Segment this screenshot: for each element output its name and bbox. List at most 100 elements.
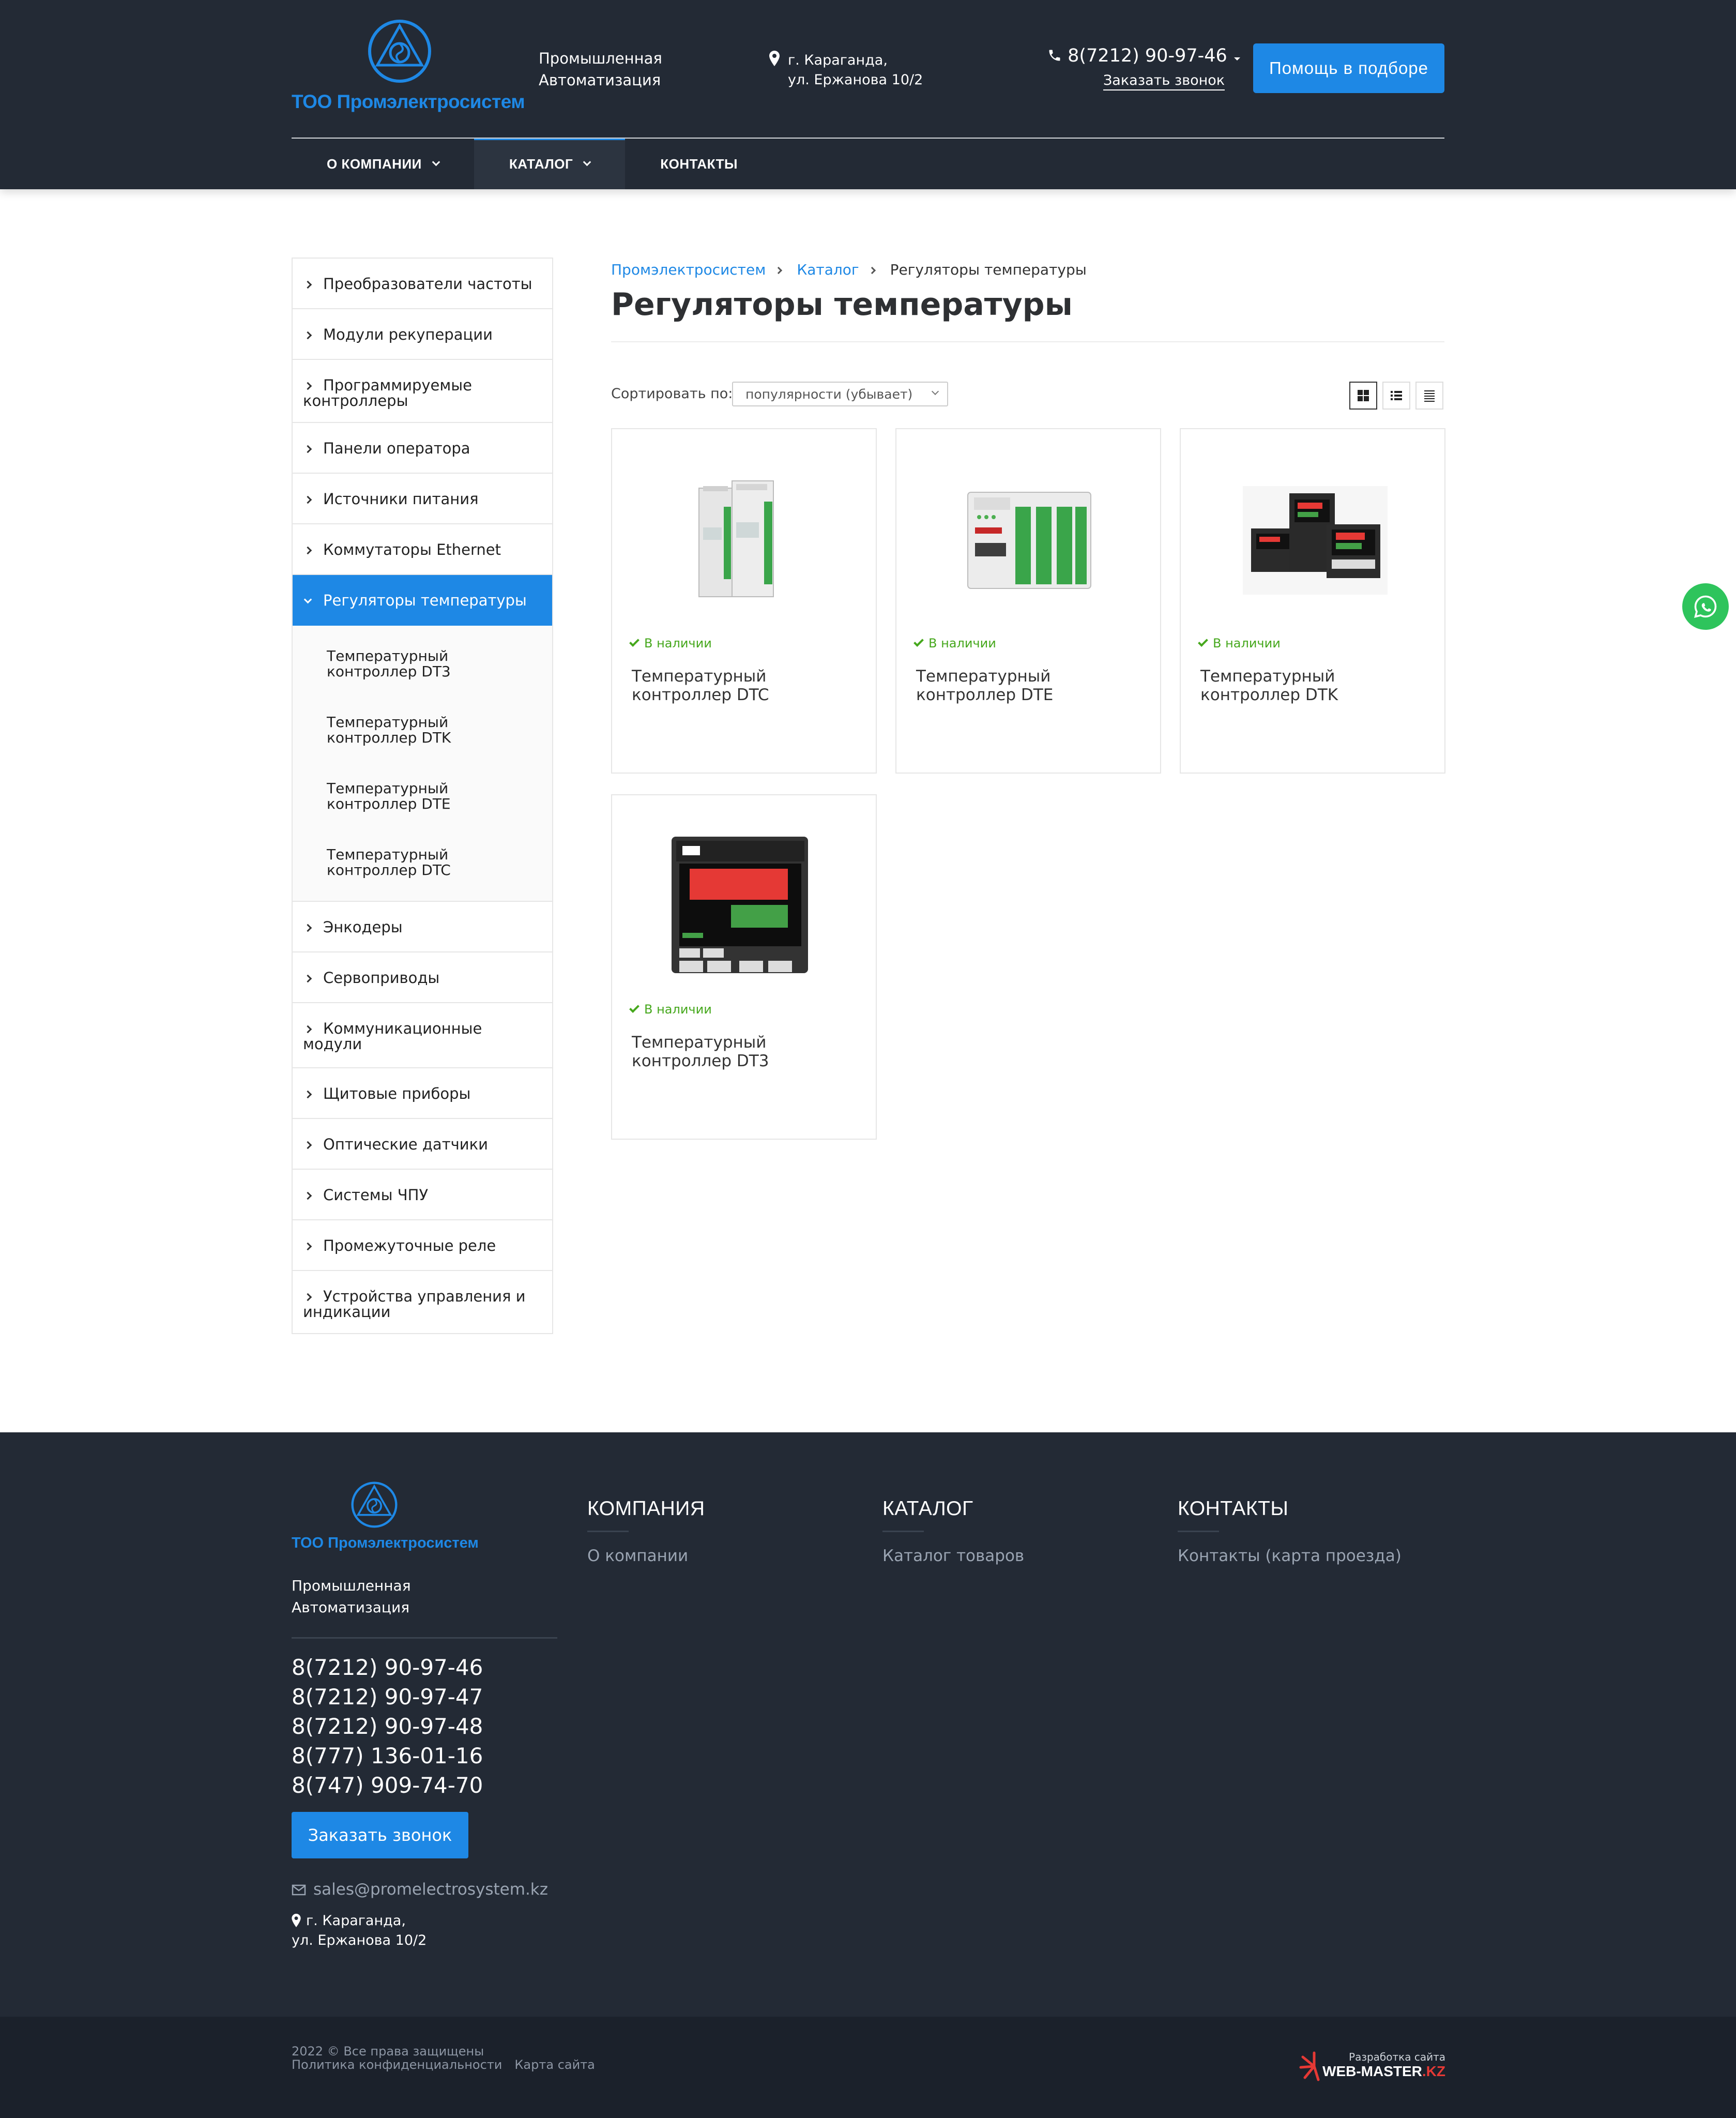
developer-name-text: WEB-MASTER xyxy=(1322,2063,1422,2079)
footer-phone[interactable]: 8(7212) 90-97-47 xyxy=(292,1682,483,1712)
email-text[interactable]: sales@promelectrosystem.kz xyxy=(313,1880,548,1899)
footer-phone[interactable]: 8(747) 909-74-70 xyxy=(292,1771,483,1800)
product-image-dt3[interactable] xyxy=(653,831,836,976)
breadcrumb-home-link[interactable]: Промэлектросистем xyxy=(611,261,766,278)
sidebar-subitem-dtk[interactable]: Температурный контроллер DTK xyxy=(293,697,552,763)
footer-callback-button[interactable]: Заказать звонок xyxy=(292,1812,468,1858)
stock-status: В наличии xyxy=(1198,636,1281,650)
breadcrumb-catalog-link[interactable]: Каталог xyxy=(797,261,859,278)
product-card[interactable]: В наличии Температурный контроллер DTE xyxy=(895,428,1161,774)
sidebar-item-power-supplies[interactable]: Источники питания xyxy=(293,474,552,524)
sidebar-item-label: Промежуточные реле xyxy=(323,1237,496,1254)
footer-column-underline xyxy=(1178,1531,1219,1532)
sort-value: популярности (убывает) xyxy=(745,387,913,402)
sidebar-subitem-dt3[interactable]: Температурный контроллер DT3 xyxy=(293,631,552,697)
nav-label: КОНТАКТЫ xyxy=(660,156,738,172)
chevron-down-icon xyxy=(931,387,939,396)
whatsapp-button[interactable] xyxy=(1682,583,1729,630)
slogan-line-2: Автоматизация xyxy=(292,1599,410,1616)
lines-icon xyxy=(1424,390,1435,402)
sidebar-item-communication-modules[interactable]: Коммуникационные модули xyxy=(293,1003,552,1068)
footer-bottom-bar xyxy=(0,2017,1736,2118)
sidebar-item-servo-drives[interactable]: Сервоприводы xyxy=(293,952,552,1003)
chevron-right-icon xyxy=(303,382,312,390)
chevron-down-icon xyxy=(583,158,591,166)
product-image-dtk[interactable] xyxy=(1222,465,1405,610)
nav-label: КАТАЛОГ xyxy=(509,156,573,172)
title-divider xyxy=(611,341,1444,342)
brand-name[interactable]: ТОО Промэлектросистем xyxy=(292,91,525,113)
footer-phone[interactable]: 8(777) 136-01-16 xyxy=(292,1741,483,1771)
phone-number[interactable]: 8(7212) 90-97-46 xyxy=(1068,46,1227,66)
sort-label: Сортировать по: xyxy=(611,386,733,402)
footer-email[interactable]: sales@promelectrosystem.kz xyxy=(292,1880,548,1899)
help-select-button[interactable]: Помощь в подборе xyxy=(1253,43,1444,93)
sort-select[interactable]: популярности (убывает) xyxy=(732,382,948,406)
product-title[interactable]: Температурный контроллер DTK xyxy=(1200,667,1428,704)
list-view-button[interactable] xyxy=(1382,382,1410,410)
chevron-right-icon xyxy=(303,1090,312,1099)
sidebar-item-plc[interactable]: Программируемые контроллеры xyxy=(293,360,552,423)
product-card[interactable]: В наличии Температурный контроллер DTC xyxy=(611,428,877,774)
privacy-policy-link[interactable]: Политика конфиденциальности xyxy=(292,2058,502,2072)
developer-label: Разработка сайта xyxy=(1349,2051,1445,2063)
sidebar-item-panel-meters[interactable]: Щитовые приборы xyxy=(293,1068,552,1119)
footer-link-catalog[interactable]: Каталог товаров xyxy=(882,1547,1024,1565)
table-view-button[interactable] xyxy=(1415,382,1443,410)
footer-brand[interactable]: ТОО Промэлектросистем xyxy=(292,1535,479,1552)
product-title[interactable]: Температурный контроллер DT3 xyxy=(632,1033,859,1070)
developer-credit[interactable]: Разработка сайта WEB-MASTER.KZ xyxy=(1292,2047,1445,2088)
header-slogan: Промышленная Автоматизация xyxy=(539,48,662,91)
caret-down-icon[interactable] xyxy=(1233,56,1241,62)
sidebar-subitem-dtc[interactable]: Температурный контроллер DTC xyxy=(293,829,552,896)
footer-phone[interactable]: 8(7212) 90-97-46 xyxy=(292,1653,483,1682)
sidebar-item-label: Коммутаторы Ethernet xyxy=(323,541,501,558)
callback-link[interactable]: Заказать звонок xyxy=(1103,72,1225,90)
company-logo-icon[interactable] xyxy=(367,19,432,84)
sidebar-item-label: Модули рекуперации xyxy=(323,326,493,343)
grid-view-button[interactable] xyxy=(1349,382,1377,410)
sidebar-item-ethernet-switches[interactable]: Коммутаторы Ethernet xyxy=(293,524,552,575)
slogan-line-1: Промышленная xyxy=(292,1577,411,1594)
footer-link-contacts[interactable]: Контакты (карта проезда) xyxy=(1178,1547,1402,1565)
footer-column-title: КОМПАНИЯ xyxy=(587,1497,705,1520)
product-card[interactable]: В наличии Температурный контроллер DTK xyxy=(1180,428,1445,774)
nav-item-catalog[interactable]: КАТАЛОГ xyxy=(474,139,626,189)
product-title[interactable]: Температурный контроллер DTC xyxy=(632,667,859,704)
sidebar-item-encoders[interactable]: Энкодеры xyxy=(293,902,552,952)
product-image-dte[interactable] xyxy=(938,465,1121,610)
footer-link-about[interactable]: О компании xyxy=(587,1547,688,1565)
sidebar-item-relays[interactable]: Промежуточные реле xyxy=(293,1220,552,1271)
nav-item-company[interactable]: О КОМПАНИИ xyxy=(292,139,474,189)
chevron-right-icon xyxy=(303,546,312,555)
footer-column-title: КАТАЛОГ xyxy=(882,1497,973,1520)
chevron-right-icon xyxy=(303,1242,312,1251)
product-image-dtc[interactable] xyxy=(653,465,836,610)
product-card[interactable]: В наличии Температурный контроллер DT3 xyxy=(611,794,877,1140)
nav-item-contacts[interactable]: КОНТАКТЫ xyxy=(625,139,773,189)
sitemap-link[interactable]: Карта сайта xyxy=(514,2058,595,2072)
address-line-2: ул. Ержанова 10/2 xyxy=(292,1932,427,1948)
footer-phones: 8(7212) 90-97-46 8(7212) 90-97-47 8(7212… xyxy=(292,1653,483,1800)
sidebar-item-cnc-systems[interactable]: Системы ЧПУ xyxy=(293,1170,552,1220)
nav-label: О КОМПАНИИ xyxy=(327,156,422,172)
sidebar-subitem-dte[interactable]: Температурный контроллер DTE xyxy=(293,763,552,829)
main-nav: О КОМПАНИИ КАТАЛОГ КОНТАКТЫ xyxy=(292,139,773,189)
phone-icon xyxy=(1049,50,1060,61)
footer-column-contacts: КОНТАКТЫ Контакты (карта проезда) xyxy=(1178,1497,1402,1565)
page: ТОО Промэлектросистем Промышленная Автом… xyxy=(0,0,1736,2118)
footer-column-underline xyxy=(882,1531,924,1532)
footer-logo-icon[interactable] xyxy=(351,1481,398,1529)
sidebar-item-recuperation-modules[interactable]: Модули рекуперации xyxy=(293,309,552,360)
sidebar-item-label: Коммуникационные модули xyxy=(303,1020,482,1053)
footer-divider xyxy=(292,1637,557,1639)
sidebar-item-temperature-controllers[interactable]: Регуляторы температуры xyxy=(293,575,552,626)
header-phone[interactable]: 8(7212) 90-97-46 xyxy=(1047,46,1241,66)
product-title[interactable]: Температурный контроллер DTE xyxy=(916,667,1144,704)
sidebar-item-optical-sensors[interactable]: Оптические датчики xyxy=(293,1119,552,1170)
footer-phone[interactable]: 8(7212) 90-97-48 xyxy=(292,1712,483,1741)
footer-address: г. Караганда, ул. Ержанова 10/2 xyxy=(292,1911,427,1950)
sidebar-item-frequency-converters[interactable]: Преобразователи частоты xyxy=(293,259,552,309)
sidebar-item-operator-panels[interactable]: Панели оператора xyxy=(293,423,552,474)
sidebar-item-control-devices[interactable]: Устройства управления и индикации xyxy=(293,1271,552,1333)
